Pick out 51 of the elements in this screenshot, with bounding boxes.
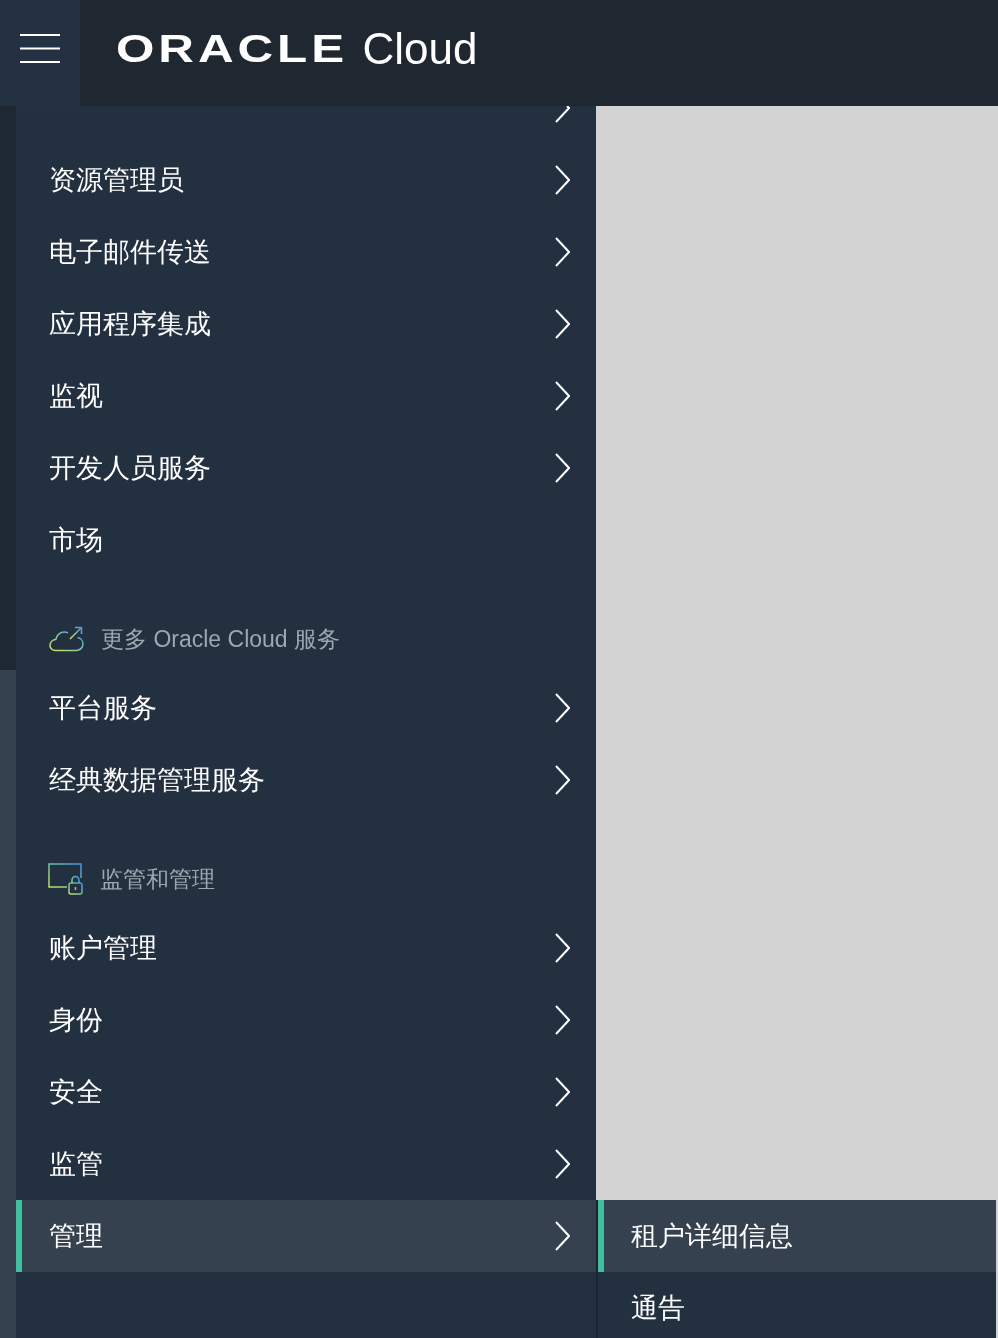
submenu-item-label: 通告 xyxy=(631,1291,685,1325)
chevron-right-icon xyxy=(555,309,570,339)
logo-product: Cloud xyxy=(362,27,478,71)
menu-item-label: 市场 xyxy=(49,523,103,557)
menu-item[interactable]: 平台服务 xyxy=(16,672,596,744)
chevron-right-icon xyxy=(555,1149,570,1179)
chevron-right-icon xyxy=(555,453,570,483)
cloud-arrow-icon xyxy=(48,626,85,652)
submenu-item[interactable]: 租户详细信息 xyxy=(598,1200,996,1272)
chevron-right-icon xyxy=(555,765,570,795)
menu-item[interactable]: 资源管理员 xyxy=(16,144,596,216)
menu-item-label: 监管 xyxy=(49,1147,103,1181)
menu-item[interactable]: 监视 xyxy=(16,360,596,432)
submenu-item-label: 租户详细信息 xyxy=(631,1219,793,1253)
section-heading: 监管和管理 xyxy=(100,864,215,894)
menu-item[interactable]: 开发人员服务 xyxy=(16,432,596,504)
chevron-right-icon xyxy=(555,106,570,123)
menu-item-label: 开发人员服务 xyxy=(49,451,211,485)
menu-item[interactable]: 电子邮件传送 xyxy=(16,216,596,288)
menu-item-label: 安全 xyxy=(49,1075,103,1109)
logo-brand: ORACLE xyxy=(116,30,348,68)
menu-item[interactable]: 身份 xyxy=(16,984,596,1056)
chevron-right-icon xyxy=(555,1005,570,1035)
menu-item-label: 资源管理员 xyxy=(49,163,184,197)
submenu-item[interactable]: 通告 xyxy=(598,1272,996,1338)
chevron-right-icon xyxy=(555,933,570,963)
menu-item-label: 经典数据管理服务 xyxy=(49,763,265,797)
chevron-right-icon xyxy=(555,693,570,723)
menu-item-label: 监视 xyxy=(49,379,103,413)
chevron-right-icon xyxy=(555,1221,570,1251)
menu-item[interactable]: 账户管理 xyxy=(16,912,596,984)
menu-item[interactable]: 管理 xyxy=(16,1200,596,1272)
window-lock-icon xyxy=(48,863,84,895)
chevron-right-icon xyxy=(555,1077,570,1107)
menu-item-label: 身份 xyxy=(49,1003,103,1037)
menu-item-label: 平台服务 xyxy=(49,691,157,725)
chevron-right-icon xyxy=(555,237,570,267)
section-heading: 更多 Oracle Cloud 服务 xyxy=(101,624,340,654)
chevron-right-icon xyxy=(555,381,570,411)
menu-item[interactable]: 应用程序集成 xyxy=(16,288,596,360)
menu-item-label: 电子邮件传送 xyxy=(49,235,211,269)
menu-item[interactable]: 安全 xyxy=(16,1056,596,1128)
chevron-right-icon xyxy=(555,165,570,195)
menu-button[interactable] xyxy=(0,0,80,106)
menu-item-label: 管理 xyxy=(49,1219,103,1253)
menu-item-label: 账户管理 xyxy=(49,931,157,965)
menu-icon xyxy=(20,34,60,63)
menu-item[interactable]: 市场 xyxy=(16,504,596,576)
menu-item[interactable]: 监管 xyxy=(16,1128,596,1200)
menu-item[interactable]: 经典数据管理服务 xyxy=(16,744,596,816)
menu-item-label: 应用程序集成 xyxy=(49,307,211,341)
